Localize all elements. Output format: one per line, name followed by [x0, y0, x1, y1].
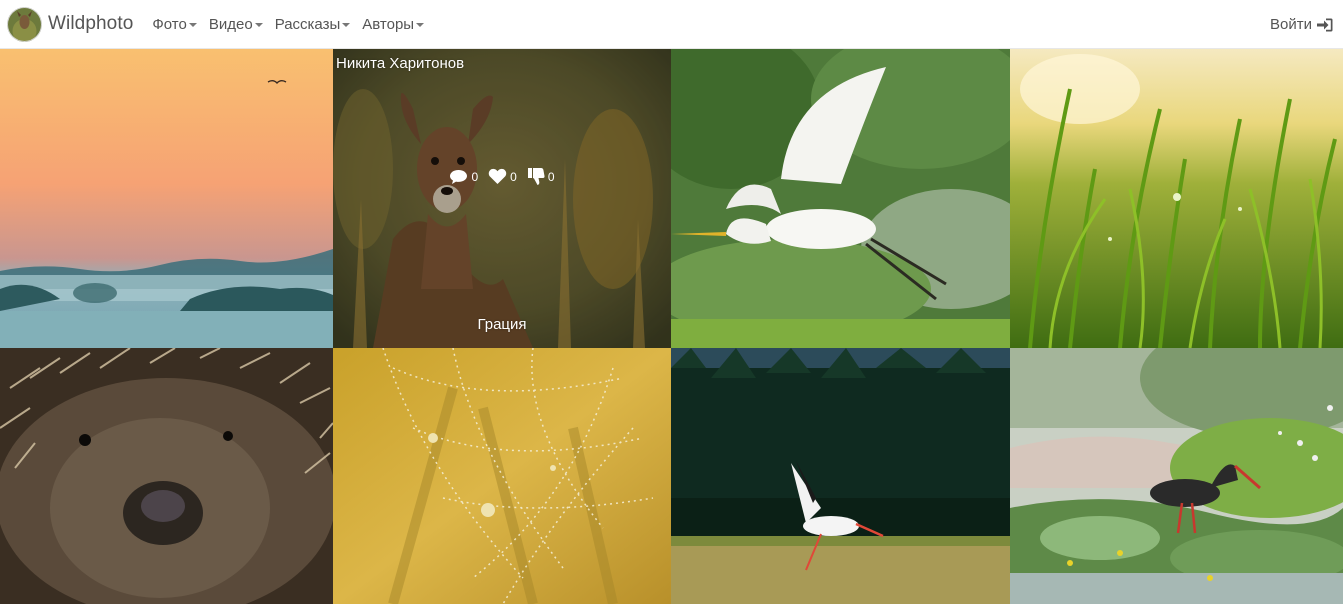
- photo-white-egret: [671, 49, 1010, 348]
- login-link[interactable]: Войти: [1270, 0, 1333, 49]
- photo-stats: 0 0 0: [333, 167, 671, 186]
- photo-grid: Никита Харитонов 0 0 0 Грация: [0, 49, 1343, 604]
- brand-link[interactable]: Wildphoto: [7, 0, 133, 49]
- likes-stat[interactable]: 0: [488, 168, 517, 185]
- photo-white-stork: [671, 348, 1010, 604]
- caret-down-icon: [416, 23, 425, 27]
- thumbs-down-icon: [527, 168, 545, 185]
- comments-stat[interactable]: 0: [449, 169, 478, 185]
- comment-icon: [450, 169, 468, 184]
- caret-down-icon: [188, 23, 197, 27]
- menu-authors[interactable]: Авторы: [356, 0, 430, 49]
- photo-dewy-cobweb: [333, 348, 671, 604]
- caret-down-icon: [342, 23, 351, 27]
- menu-photo-label: Фото: [152, 15, 187, 33]
- menu-video-label: Видео: [208, 15, 253, 33]
- menu-stories[interactable]: Рассказы: [269, 0, 357, 49]
- main-menu: Фото Видео Рассказы Авторы: [146, 0, 430, 49]
- photo-dewy-grass: [1010, 49, 1343, 348]
- photo-tile-dewy-grass[interactable]: [1010, 49, 1343, 348]
- photo-title: Грация: [477, 316, 527, 333]
- photo-black-stork: [1010, 348, 1343, 604]
- brand-name: Wildphoto: [48, 13, 134, 34]
- comments-count: 0: [471, 169, 479, 184]
- photo-author[interactable]: Никита Харитонов: [336, 55, 464, 72]
- caret-down-icon: [254, 23, 263, 27]
- photo-tile-foggy-sunrise[interactable]: [0, 49, 333, 348]
- login-label: Войти: [1270, 16, 1312, 33]
- likes-count: 0: [510, 169, 517, 184]
- photo-hover-overlay: [333, 49, 671, 348]
- menu-authors-label: Авторы: [362, 15, 415, 33]
- menu-video[interactable]: Видео: [203, 0, 269, 49]
- menu-stories-label: Рассказы: [274, 15, 341, 33]
- sign-in-icon: [1317, 18, 1333, 31]
- logo-icon: [7, 6, 42, 42]
- top-navbar: Wildphoto Фото Видео Рассказы Авторы Вой…: [0, 0, 1343, 49]
- photo-hedgehog: [0, 348, 333, 604]
- photo-tile-white-stork[interactable]: [671, 348, 1010, 604]
- photo-tile-white-egret[interactable]: [671, 49, 1010, 348]
- heart-icon: [488, 168, 507, 184]
- photo-foggy-sunrise: [0, 49, 333, 348]
- dislikes-count: 0: [547, 169, 555, 184]
- photo-tile-black-stork[interactable]: [1010, 348, 1343, 604]
- photo-tile-roe-deer[interactable]: Никита Харитонов 0 0 0 Грация: [333, 49, 671, 348]
- photo-tile-dewy-cobweb[interactable]: [333, 348, 671, 604]
- dislikes-stat[interactable]: 0: [527, 167, 555, 186]
- menu-photo[interactable]: Фото: [146, 0, 202, 49]
- photo-tile-hedgehog[interactable]: [0, 348, 333, 604]
